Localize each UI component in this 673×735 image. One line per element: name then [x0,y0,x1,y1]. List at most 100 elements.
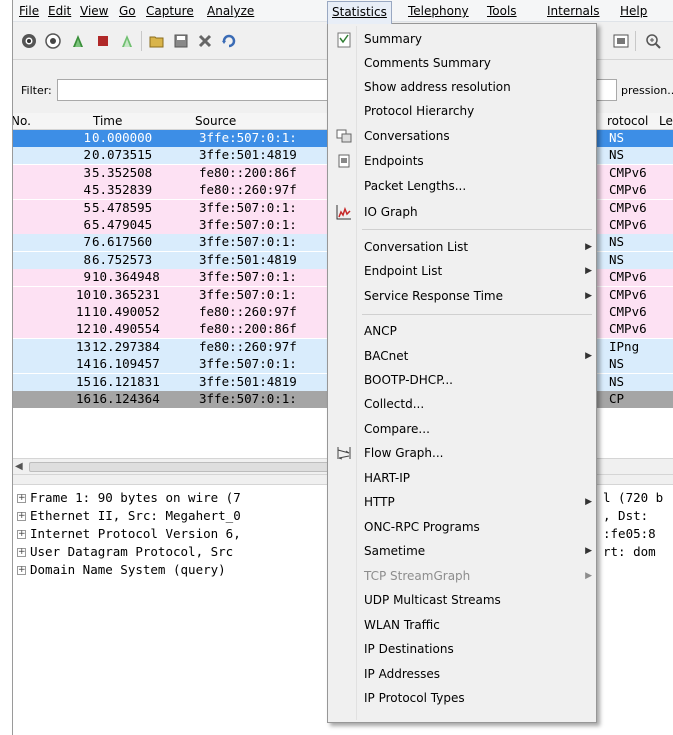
menu-file[interactable]: File [15,3,43,21]
submenu-arrow-icon: ▶ [585,291,592,301]
menu-analyze[interactable]: Analyze [203,3,258,21]
menu-view[interactable]: View [76,3,112,21]
detail-text: Internet Protocol Version 6, [30,526,241,541]
packet-number: 10 [75,286,91,302]
menu-item-protocol-hierarchy[interactable]: Protocol Hierarchy [364,100,592,122]
menu-item-summary[interactable]: Summary [364,28,592,50]
packet-time: 5.479045 [92,217,153,232]
menu-item-onc-rpc-programs[interactable]: ONC-RPC Programs [364,516,592,538]
close-file-icon[interactable] [197,33,213,49]
packet-source: fe80::200:86f [199,321,297,337]
restart-capture-icon[interactable] [119,33,135,49]
menu-internals[interactable]: Internals [543,3,604,21]
menu-item-hart-ip[interactable]: HART-IP [364,467,592,489]
detail-tree-item[interactable]: + User Datagram Protocol, Src [17,543,233,561]
packet-source: 3ffe:501:4819 [199,147,297,163]
menu-item-http[interactable]: HTTP ▶ [364,491,592,513]
packet-protocol: NS [609,234,625,250]
menu-item-ip-addresses[interactable]: IP Addresses [364,663,592,685]
expand-icon[interactable]: + [17,512,26,521]
reload-icon[interactable] [221,33,237,49]
menu-item-comments-summary[interactable]: Comments Summary [364,52,592,74]
packet-source: fe80::260:97f [199,304,297,319]
packet-number: 5 [83,199,91,215]
menu-item-conversation-list[interactable]: Conversation List ▶ [364,236,592,258]
resize-columns-icon[interactable] [613,33,629,49]
menu-capture[interactable]: Capture [142,3,198,21]
packet-protocol: NS [609,147,625,163]
menu-item-collectd[interactable]: Collectd... [364,393,592,415]
io-graph-icon [336,205,351,220]
column-header-time[interactable]: Time [93,114,122,128]
packet-protocol: CMPv6 [609,199,647,215]
packet-source: 3ffe:507:0:1: [199,217,297,232]
detail-tree-item[interactable]: + Internet Protocol Version 6, [17,525,241,543]
packet-number: 14 [75,356,91,372]
menu-telephony[interactable]: Telephony [404,3,473,21]
menu-item-bacnet[interactable]: BACnet ▶ [364,345,592,367]
packet-protocol: CP [609,391,625,406]
menu-item-ancp[interactable]: ANCP [364,320,592,342]
capture-options-icon[interactable] [45,33,61,49]
menu-item-udp-multicast-streams[interactable]: UDP Multicast Streams [364,589,592,611]
menu-edit[interactable]: Edit [44,3,75,21]
menu-item-endpoint-list[interactable]: Endpoint List ▶ [364,260,592,282]
zoom-in-icon[interactable] [645,33,661,49]
column-header-protocol[interactable]: rotocol [607,114,648,128]
menu-item-flow-graph[interactable]: Flow Graph... [364,442,592,464]
expand-icon[interactable]: + [17,548,26,557]
packet-protocol: CMPv6 [609,321,647,337]
expand-icon[interactable]: + [17,566,26,575]
packet-time: 6.617560 [92,234,153,250]
menu-item-endpoints[interactable]: Endpoints [364,150,592,172]
menu-item-sametime[interactable]: Sametime ▶ [364,540,592,562]
menu-help[interactable]: Help [616,3,651,21]
packet-time: 5.478595 [92,199,153,215]
menu-item-tcp-streamgraph: TCP StreamGraph ▶ [364,565,592,587]
packet-protocol: NS [609,373,625,389]
packet-number: 11 [75,304,91,319]
packet-source: fe80::260:97f [199,338,297,354]
column-header-no[interactable]: No. [13,114,31,128]
expand-icon[interactable]: + [17,530,26,539]
menu-tools[interactable]: Tools [483,3,521,21]
detail-text: Domain Name System (query) [30,562,226,577]
detail-tree-item[interactable]: + Ethernet II, Src: Megahert_0 [17,507,241,525]
scrollbar-thumb[interactable] [29,462,329,472]
column-header-source[interactable]: Source [195,114,236,128]
menu-item-ip-protocol-types[interactable]: IP Protocol Types [364,687,592,709]
menu-item-show-address-resolution[interactable]: Show address resolution [364,76,592,98]
menu-item-packet-lengths[interactable]: Packet Lengths... [364,175,592,197]
menu-statistics[interactable]: Statistics [327,1,392,24]
filter-expression-button[interactable]: pression... [621,84,673,97]
submenu-arrow-icon: ▶ [585,242,592,252]
flow-graph-icon [337,447,351,460]
menu-item-ip-destinations[interactable]: IP Destinations [364,638,592,660]
stop-capture-icon[interactable] [95,33,111,49]
expand-icon[interactable]: + [17,494,26,503]
packet-time: 16.121831 [92,373,160,389]
save-file-icon[interactable] [173,33,189,49]
menu-bar: File Edit View Go Capture Analyze Statis… [13,0,673,24]
detail-tree-item[interactable]: + Frame 1: 90 bytes on wire (7 [17,489,241,507]
menu-go[interactable]: Go [115,3,140,21]
open-file-icon[interactable] [149,33,165,49]
packet-protocol: CMPv6 [609,304,647,319]
menu-item-service-response-time[interactable]: Service Response Time ▶ [364,285,592,307]
interfaces-icon[interactable] [21,33,37,49]
packet-number: 16 [75,391,91,406]
menu-item-io-graph[interactable]: IO Graph [364,201,592,223]
packet-number: 4 [83,182,91,198]
packet-source: 3ffe:501:4819 [199,373,297,389]
column-header-length[interactable]: Le [659,114,673,128]
menu-item-conversations[interactable]: Conversations [364,125,592,147]
menu-item-wlan-traffic[interactable]: WLAN Traffic [364,614,592,636]
packet-protocol: CMPv6 [609,217,647,232]
submenu-arrow-icon: ▶ [585,497,592,507]
start-capture-icon[interactable] [70,33,86,49]
scroll-left-icon[interactable]: ◀ [15,461,23,472]
packet-number: 15 [75,373,91,389]
menu-item-compare[interactable]: Compare... [364,418,592,440]
menu-item-bootp-dhcp[interactable]: BOOTP-DHCP... [364,369,592,391]
detail-tree-item[interactable]: + Domain Name System (query) [17,561,226,579]
